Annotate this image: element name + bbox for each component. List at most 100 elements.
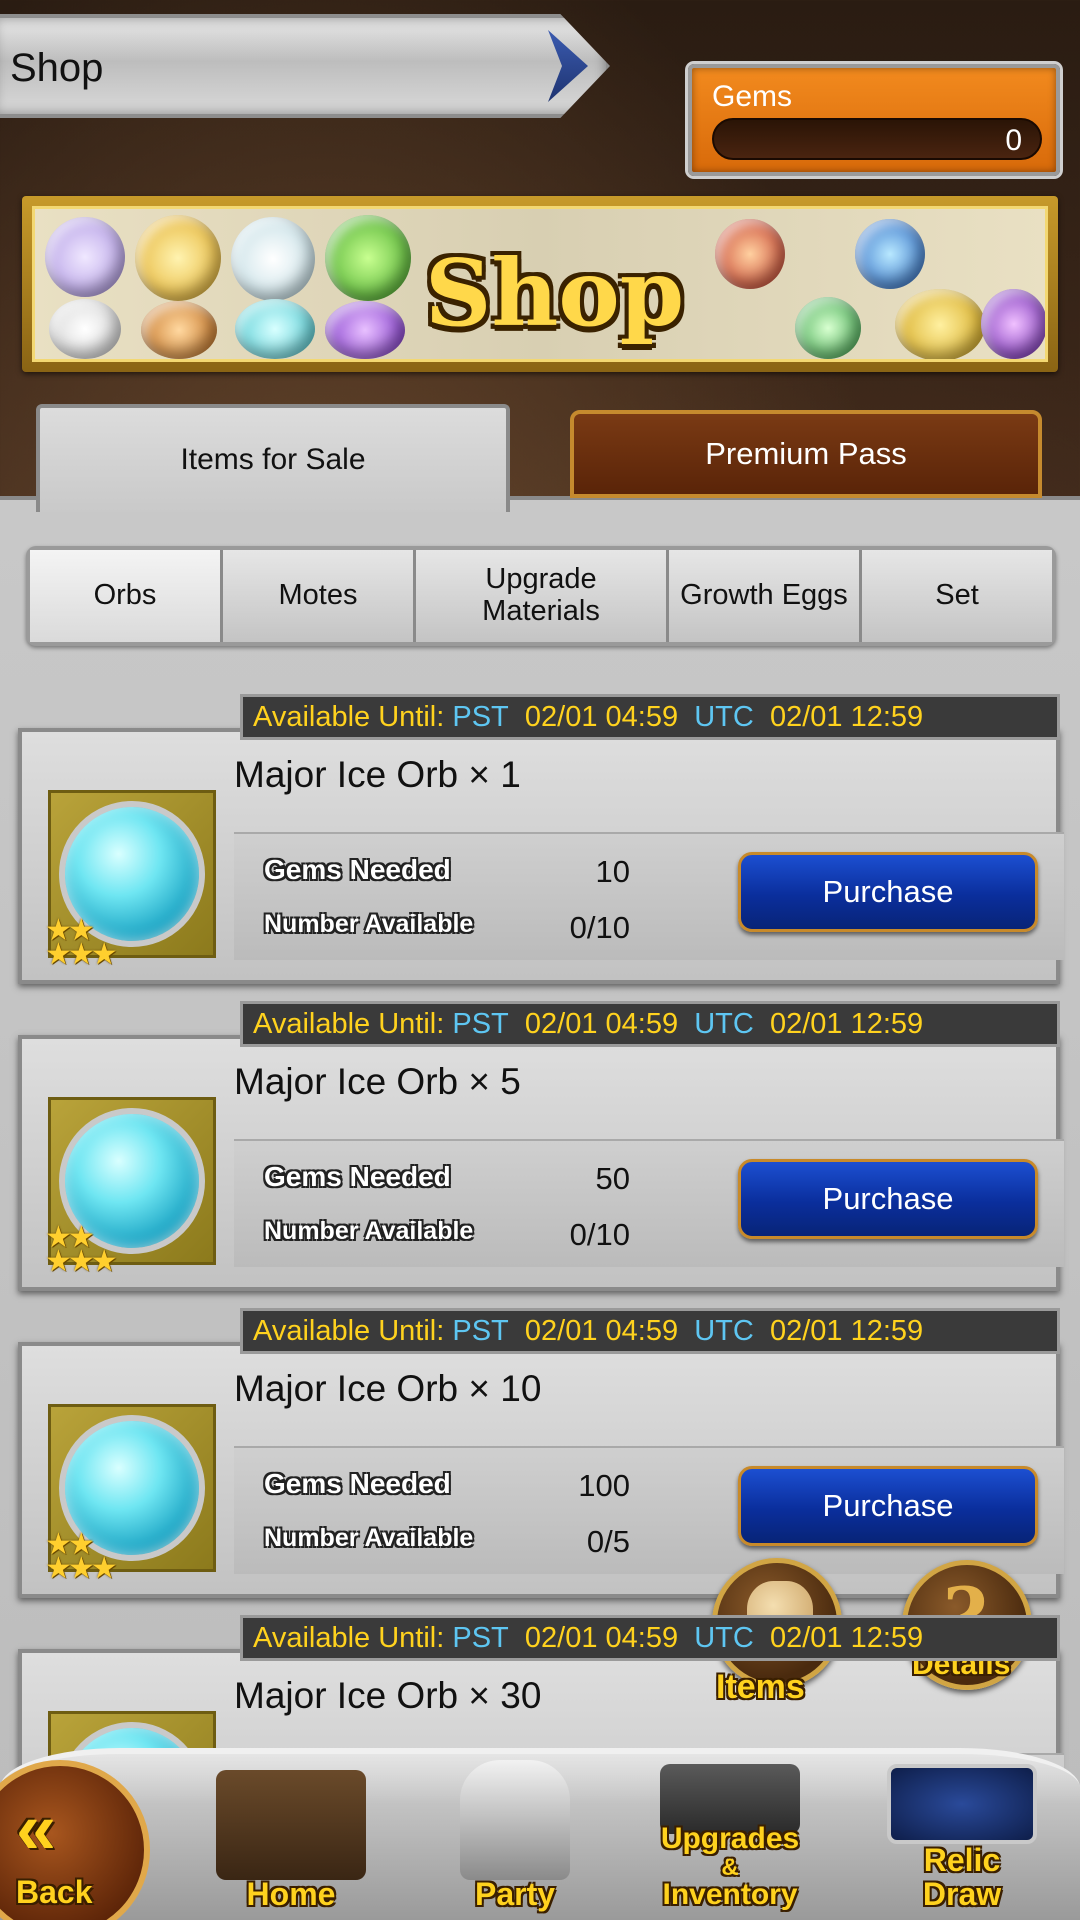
availability-strip: Available Until: PST 02/01 04:59 UTC 02/… — [240, 1001, 1060, 1047]
star-icon: ★★★★★ — [45, 1528, 118, 1585]
purchase-button[interactable]: Purchase — [738, 1159, 1038, 1239]
nav-relic-line1: Relic — [923, 1842, 1001, 1878]
banner-title: Shop — [425, 239, 685, 347]
availability-pst: PST — [452, 1007, 509, 1040]
number-available-value: 0/10 — [569, 1217, 630, 1252]
availability-prefix: Available Until: — [253, 1314, 445, 1347]
category-orbs[interactable]: Orbs — [30, 550, 223, 642]
nav-party-label: Party — [474, 1876, 556, 1912]
orb-icon — [49, 299, 121, 359]
page-title: Shop — [10, 46, 104, 90]
availability-utc-time: 02/01 12:59 — [769, 1621, 924, 1654]
number-available-label: Number Available — [264, 910, 474, 938]
item-name: Major Ice Orb × 10 — [234, 1368, 542, 1409]
orb-icon — [235, 299, 315, 359]
item-name: Major Ice Orb × 30 — [234, 1675, 542, 1716]
gems-needed-label: Gems Needed — [264, 1468, 451, 1499]
tab-premium-pass-label: Premium Pass — [705, 436, 907, 471]
availability-utc: UTC — [694, 1314, 754, 1347]
category-bar: Orbs Motes Upgrade Materials Growth Eggs… — [26, 546, 1056, 646]
ice-orb-icon: ★★★★★ — [45, 1097, 216, 1277]
nav-upgrades-line1: Upgrades — [660, 1822, 800, 1855]
orb-icon — [325, 301, 405, 359]
gems-label: Gems — [712, 80, 793, 113]
tab-premium-pass[interactable]: Premium Pass — [570, 410, 1042, 498]
availability-utc: UTC — [694, 700, 754, 733]
orb-icon — [231, 217, 315, 301]
orb-icon — [855, 219, 925, 289]
gems-counter: Gems 0 — [688, 64, 1060, 176]
availability-pst-time: 02/01 04:59 — [524, 700, 679, 733]
item-name: Major Ice Orb × 5 — [234, 1061, 521, 1102]
orb-icon — [715, 219, 785, 289]
orb-icon — [895, 289, 985, 359]
relic-icon — [887, 1764, 1037, 1844]
nav-upgrades-inventory[interactable]: Upgrades & Inventory — [640, 1760, 820, 1920]
availability-pst-time: 02/01 04:59 — [524, 1007, 679, 1040]
gems-bar: 0 — [712, 118, 1042, 160]
availability-strip: Available Until: PST 02/01 04:59 UTC 02/… — [240, 694, 1060, 740]
shop-item-card: Available Until: PST 02/01 04:59 UTC 02/… — [18, 1001, 1064, 1291]
purchase-button-label: Purchase — [822, 874, 954, 909]
purchase-button-label: Purchase — [822, 1181, 954, 1216]
availability-utc: UTC — [694, 1621, 754, 1654]
gems-value: 0 — [1005, 124, 1022, 157]
availability-utc-time: 02/01 12:59 — [769, 700, 924, 733]
number-available-label: Number Available — [264, 1524, 474, 1552]
nav-party[interactable]: Party — [420, 1760, 610, 1920]
item-card-body: ★★ ★★★ Major Ice Orb × 1 Gems Needed 10 N… — [18, 728, 1064, 984]
purchase-button[interactable]: Purchase — [738, 852, 1038, 932]
availability-prefix: Available Until: — [253, 1007, 445, 1040]
purchase-button[interactable]: Purchase — [738, 1466, 1038, 1546]
orb-icon — [795, 297, 861, 359]
gems-needed-value: 10 — [595, 854, 630, 889]
number-available-value: 0/5 — [586, 1524, 630, 1559]
items-button-label: Items — [716, 1668, 805, 1706]
title-plate-tip-icon — [548, 30, 588, 102]
nav-upgrades-line3: Inventory — [662, 1878, 798, 1911]
item-info-panel: Gems Needed 100 Number Available 0/5 Pur… — [234, 1446, 1064, 1574]
orb-icon — [45, 217, 125, 297]
number-available-label: Number Available — [264, 1217, 474, 1245]
category-growth-eggs[interactable]: Growth Eggs — [669, 550, 862, 642]
availability-utc-time: 02/01 12:59 — [769, 1314, 924, 1347]
nav-home-label: Home — [246, 1876, 336, 1912]
shop-item-card: Available Until: PST 02/01 04:59 UTC 02/… — [18, 694, 1064, 984]
orb-icon — [325, 215, 411, 301]
orb-icon — [981, 289, 1045, 359]
chevron-back-icon: « — [16, 1789, 57, 1869]
availability-prefix: Available Until: — [253, 1621, 445, 1654]
category-motes[interactable]: Motes — [223, 550, 416, 642]
tab-items-for-sale[interactable]: Items for Sale — [36, 404, 510, 512]
number-available-value: 0/10 — [569, 910, 630, 945]
availability-strip: Available Until: PST 02/01 04:59 UTC 02/… — [240, 1308, 1060, 1354]
availability-utc: UTC — [694, 1007, 754, 1040]
nav-relic-line2: Draw — [922, 1876, 1002, 1912]
books-icon — [216, 1770, 366, 1880]
tab-items-for-sale-label: Items for Sale — [180, 443, 366, 476]
nav-home[interactable]: Home — [196, 1760, 386, 1920]
item-name: Major Ice Orb × 1 — [234, 754, 521, 795]
item-info-panel: Gems Needed 50 Number Available 0/10 Pur… — [234, 1139, 1064, 1267]
banner-art: Shop — [32, 206, 1048, 362]
availability-prefix: Available Until: — [253, 700, 445, 733]
availability-strip: Available Until: PST 02/01 04:59 UTC 02/… — [240, 1615, 1060, 1661]
category-set[interactable]: Set — [862, 550, 1052, 642]
availability-pst-time: 02/01 04:59 — [524, 1314, 679, 1347]
shop-banner: Shop — [22, 196, 1058, 372]
category-upgrade-materials[interactable]: Upgrade Materials — [416, 550, 669, 642]
purchase-button-label: Purchase — [822, 1488, 954, 1523]
ice-orb-icon: ★★★★★ — [45, 1404, 216, 1584]
item-card-body: ★★ ★★★ Major Ice Orb × 5 Gems Needed 50 N… — [18, 1035, 1064, 1291]
availability-pst: PST — [452, 1621, 509, 1654]
gems-needed-value: 100 — [578, 1468, 630, 1503]
gems-needed-label: Gems Needed — [264, 854, 451, 885]
availability-utc-time: 02/01 12:59 — [769, 1007, 924, 1040]
ice-orb-icon: ★★★★★ — [45, 790, 216, 970]
nav-relic-draw[interactable]: Relic Draw — [872, 1760, 1052, 1920]
item-card-body: ★★ ★★★ Major Ice Orb × 10 Gems Needed 100… — [18, 1342, 1064, 1598]
back-label: Back — [16, 1874, 93, 1910]
availability-pst: PST — [452, 1314, 509, 1347]
item-info-panel: Gems Needed 10 Number Available 0/10 Pur… — [234, 832, 1064, 960]
chess-icon — [460, 1760, 570, 1880]
